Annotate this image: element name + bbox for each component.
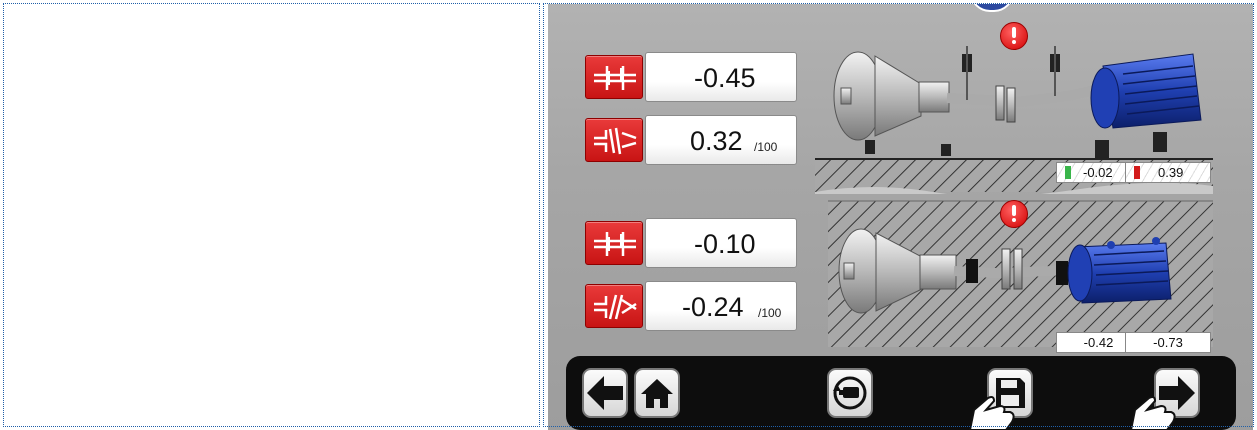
back-button[interactable] bbox=[582, 368, 628, 418]
exclamation-icon bbox=[1000, 200, 1028, 228]
vertical-angle-value: 0.32 bbox=[690, 126, 743, 156]
logo-icon bbox=[970, 4, 1014, 12]
horizontal-rear-foot-value: -0.73 bbox=[1153, 335, 1183, 350]
vertical-offset-row: -0.45 bbox=[585, 52, 797, 102]
horizontal-offset-display: -0.10 bbox=[645, 218, 797, 268]
horizontal-rear-foot-box: -0.73 bbox=[1125, 332, 1211, 353]
home-button[interactable] bbox=[634, 368, 680, 418]
angle-icon[interactable] bbox=[585, 284, 643, 328]
horizontal-angle-row: -0.24 /100 bbox=[585, 281, 797, 331]
horizontal-front-foot-value: -0.42 bbox=[1083, 335, 1114, 350]
arrow-left-icon bbox=[587, 376, 623, 410]
horizontal-offset-value: -0.10 bbox=[694, 229, 756, 259]
horizontal-angle-unit: /100 bbox=[758, 306, 782, 320]
alignment-screen: -0.45 0.32 /100 -0.10 -0.24 /100 -0.02 0… bbox=[548, 4, 1253, 430]
vertical-rear-foot-box: 0.39 bbox=[1125, 162, 1211, 183]
vertical-angle-display: 0.32 /100 bbox=[645, 115, 797, 165]
home-icon bbox=[641, 379, 673, 408]
pointer-hand-icon bbox=[1129, 396, 1176, 430]
foot-red-icon bbox=[1134, 166, 1140, 179]
vertical-front-foot-value: -0.02 bbox=[1083, 165, 1113, 180]
rotate-machine-icon bbox=[833, 376, 867, 410]
blank-panel bbox=[3, 3, 540, 427]
angle-icon[interactable] bbox=[585, 118, 643, 162]
foot-green-icon bbox=[1065, 166, 1071, 179]
horizontal-angle-value: -0.24 bbox=[682, 292, 744, 322]
offset-icon[interactable] bbox=[585, 221, 643, 265]
exclamation-icon bbox=[1000, 22, 1028, 50]
offset-icon[interactable] bbox=[585, 55, 643, 99]
vertical-rear-foot-value: 0.39 bbox=[1158, 165, 1184, 180]
vertical-angle-unit: /100 bbox=[754, 140, 778, 154]
vertical-offset-value: -0.45 bbox=[694, 63, 756, 93]
horizontal-offset-row: -0.10 bbox=[585, 218, 797, 268]
vertical-offset-display: -0.45 bbox=[645, 52, 797, 102]
horizontal-angle-display: -0.24 /100 bbox=[645, 281, 797, 331]
pointer-hand-icon bbox=[968, 396, 1015, 430]
vertical-angle-row: 0.32 /100 bbox=[585, 115, 797, 165]
rotate-machine-button[interactable] bbox=[827, 368, 873, 418]
